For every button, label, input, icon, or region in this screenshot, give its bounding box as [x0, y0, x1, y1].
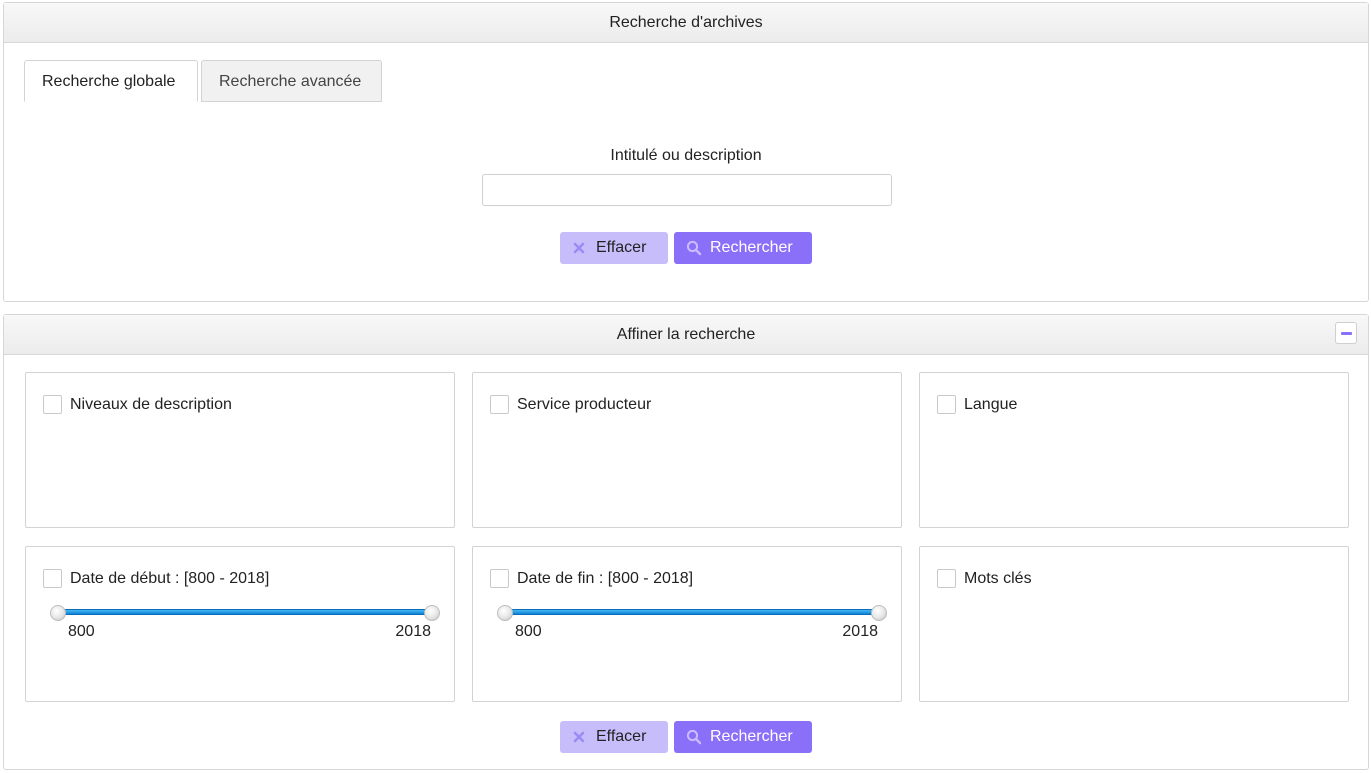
- close-icon: [573, 721, 585, 753]
- facet-date-fin: Date de fin : [800 - 2018] 800 2018: [472, 546, 902, 702]
- slider-min-label: 800: [68, 623, 95, 640]
- search-panel-title: Recherche d'archives: [609, 14, 763, 31]
- facet-checkbox[interactable]: [43, 395, 62, 414]
- slider-track: [505, 609, 879, 615]
- facet-title: Langue: [964, 396, 1018, 413]
- collapse-button[interactable]: [1335, 322, 1357, 344]
- facet-title: Service producteur: [517, 396, 652, 413]
- slider-min-label: 800: [515, 623, 542, 640]
- tab-recherche-avancee[interactable]: Recherche avancée: [201, 60, 382, 102]
- facet-service-producteur: Service producteur: [472, 372, 902, 528]
- slider-min-handle[interactable]: [497, 605, 513, 621]
- slider-max-label: 2018: [842, 623, 878, 640]
- description-input[interactable]: [482, 174, 892, 206]
- slider-track: [58, 609, 432, 615]
- facet-checkbox[interactable]: [43, 569, 62, 588]
- facet-mots-cles: Mots clés: [919, 546, 1349, 702]
- facet-checkbox[interactable]: [937, 569, 956, 588]
- refine-search-button[interactable]: Rechercher: [674, 721, 812, 753]
- tab-recherche-globale[interactable]: Recherche globale: [24, 60, 198, 102]
- search-panel: Recherche d'archives Recherche globale R…: [3, 2, 1369, 302]
- search-icon: [686, 232, 702, 264]
- search-panel-header: Recherche d'archives: [4, 3, 1368, 43]
- slider-max-handle[interactable]: [871, 605, 887, 621]
- refine-panel-title: Affiner la recherche: [616, 326, 756, 343]
- slider-max-handle[interactable]: [424, 605, 440, 621]
- minus-icon: [1341, 332, 1352, 335]
- refine-panel-header: Affiner la recherche: [4, 315, 1368, 355]
- refine-panel: Affiner la recherche Niveaux de descript…: [3, 314, 1369, 770]
- search-button-label: Rechercher: [710, 239, 793, 256]
- facet-date-debut: Date de début : [800 - 2018] 800 2018: [25, 546, 455, 702]
- refine-clear-button-label: Effacer: [596, 728, 647, 745]
- facet-checkbox[interactable]: [490, 395, 509, 414]
- facet-title: Mots clés: [964, 570, 1032, 587]
- facet-title: Date de début : [800 - 2018]: [70, 570, 270, 587]
- date-range-slider[interactable]: [50, 605, 440, 621]
- search-icon: [686, 721, 702, 753]
- date-range-slider[interactable]: [497, 605, 887, 621]
- refine-clear-button[interactable]: Effacer: [560, 721, 668, 753]
- refine-search-button-label: Rechercher: [710, 728, 793, 745]
- slider-min-handle[interactable]: [50, 605, 66, 621]
- clear-button[interactable]: Effacer: [560, 232, 668, 264]
- description-field-label: Intitulé ou description: [610, 147, 762, 164]
- facet-niveaux-description: Niveaux de description: [25, 372, 455, 528]
- facet-title: Date de fin : [800 - 2018]: [517, 570, 694, 587]
- close-icon: [573, 232, 585, 264]
- facet-title: Niveaux de description: [70, 396, 232, 413]
- facet-langue: Langue: [919, 372, 1349, 528]
- clear-button-label: Effacer: [596, 239, 647, 256]
- slider-max-label: 2018: [395, 623, 431, 640]
- facet-checkbox[interactable]: [490, 569, 509, 588]
- search-button[interactable]: Rechercher: [674, 232, 812, 264]
- facet-checkbox[interactable]: [937, 395, 956, 414]
